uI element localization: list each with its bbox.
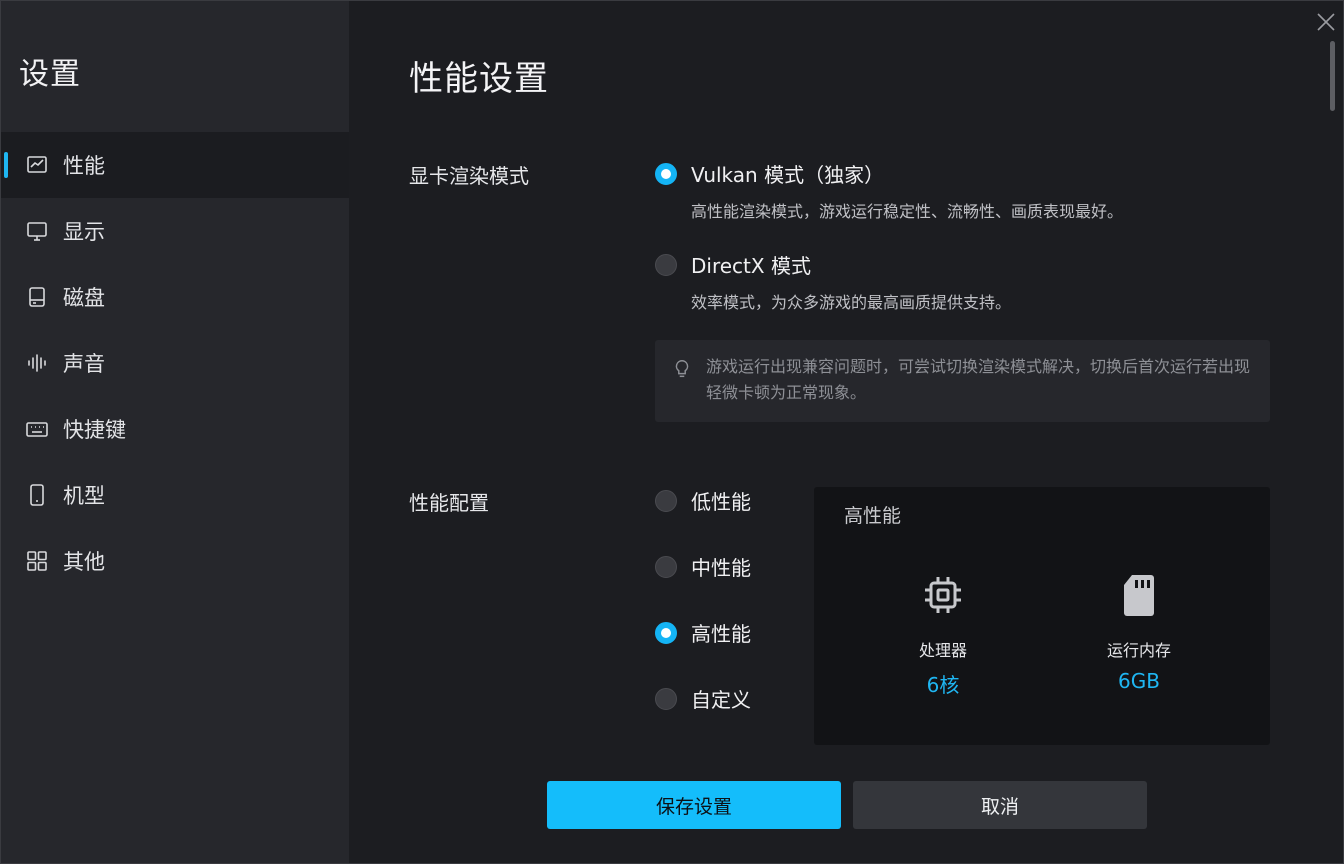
- sidebar-item-display[interactable]: 显示: [1, 198, 349, 264]
- radio-label: 高性能: [691, 622, 751, 646]
- sidebar-item-disk[interactable]: 磁盘: [1, 264, 349, 330]
- close-icon: [1316, 12, 1336, 36]
- sidebar-item-label: 快捷键: [63, 418, 126, 442]
- settings-window: 设置 性能 显示 磁盘 声音 快捷键 机型 其他 性能设置 显卡渲染模式 Vul…: [0, 0, 1344, 864]
- radio-label: Vulkan 模式（独家）: [691, 163, 885, 187]
- performance-panel-title: 高性能: [844, 505, 902, 527]
- monitor-icon: [25, 219, 49, 243]
- radio-high-performance[interactable]: 高性能: [655, 618, 751, 647]
- vulkan-description: 高性能渲染模式，游戏运行稳定性、流畅性、画质表现最好。: [691, 202, 1124, 221]
- cpu-value: 6核: [926, 673, 960, 697]
- performance-label: 性能配置: [409, 491, 489, 515]
- sidebar-item-label: 磁盘: [63, 286, 105, 310]
- tip-text: 游戏运行出现兼容问题时，可尝试切换渲染模式解决，切换后首次运行若出现轻微卡顿为正…: [706, 357, 1251, 402]
- sidebar-item-device-model[interactable]: 机型: [1, 462, 349, 528]
- radio-label: 自定义: [691, 688, 751, 712]
- sidebar-item-shortcuts[interactable]: 快捷键: [1, 396, 349, 462]
- sidebar-item-label: 机型: [63, 484, 105, 508]
- radio-button[interactable]: [655, 621, 677, 644]
- performance-detail-panel: 高性能 处理器 6核 运行内存 6GB: [814, 487, 1270, 745]
- radio-label: 低性能: [691, 490, 751, 514]
- ram-name: 运行内存: [1106, 641, 1171, 660]
- directx-description: 效率模式，为众多游戏的最高画质提供支持。: [691, 293, 1012, 312]
- phone-icon: [25, 483, 49, 507]
- sidebar-item-label: 声音: [63, 352, 105, 376]
- radio-low-performance[interactable]: 低性能: [655, 486, 751, 515]
- sidebar-item-label: 显示: [63, 220, 105, 244]
- memory-card-icon: [1115, 571, 1163, 619]
- radio-button[interactable]: [655, 687, 677, 710]
- main-panel: 性能设置 显卡渲染模式 Vulkan 模式（独家） 高性能渲染模式，游戏运行稳定…: [349, 1, 1343, 863]
- cancel-button[interactable]: 取消: [853, 781, 1147, 829]
- radio-label: DirectX 模式: [691, 254, 811, 278]
- render-mode-label: 显卡渲染模式: [409, 164, 529, 188]
- cpu-name: 处理器: [918, 641, 967, 660]
- radio-mid-performance[interactable]: 中性能: [655, 552, 751, 581]
- sidebar: 设置 性能 显示 磁盘 声音 快捷键 机型 其他: [1, 1, 349, 863]
- lightbulb-icon: [671, 358, 693, 380]
- sidebar-item-performance[interactable]: 性能: [1, 132, 349, 198]
- sidebar-item-label: 性能: [63, 154, 105, 178]
- ram-value: 6GB: [1118, 669, 1160, 693]
- sidebar-nav: 性能 显示 磁盘 声音 快捷键 机型 其他: [1, 132, 349, 594]
- radio-directx[interactable]: DirectX 模式: [655, 250, 811, 279]
- radio-button[interactable]: [655, 489, 677, 512]
- page-title: 性能设置: [409, 59, 549, 99]
- sound-wave-icon: [25, 351, 49, 375]
- ram-spec: 运行内存 6GB: [1069, 571, 1209, 693]
- keyboard-icon: [25, 417, 49, 441]
- sidebar-title: 设置: [19, 57, 81, 92]
- radio-custom-performance[interactable]: 自定义: [655, 684, 751, 713]
- close-button[interactable]: [1311, 9, 1341, 39]
- radio-button[interactable]: [655, 162, 677, 185]
- disk-icon: [25, 285, 49, 309]
- sidebar-item-label: 其他: [63, 550, 105, 574]
- chart-icon: [25, 153, 49, 177]
- radio-button[interactable]: [655, 253, 677, 276]
- grid-icon: [25, 549, 49, 573]
- radio-label: 中性能: [691, 556, 751, 580]
- cpu-spec: 处理器 6核: [873, 571, 1013, 698]
- cpu-icon: [919, 571, 967, 619]
- scrollbar-thumb[interactable]: [1330, 41, 1335, 111]
- tip-box: 游戏运行出现兼容问题时，可尝试切换渲染模式解决，切换后首次运行若出现轻微卡顿为正…: [655, 340, 1270, 422]
- sidebar-item-sound[interactable]: 声音: [1, 330, 349, 396]
- radio-vulkan[interactable]: Vulkan 模式（独家）: [655, 159, 884, 188]
- radio-button[interactable]: [655, 555, 677, 578]
- sidebar-item-other[interactable]: 其他: [1, 528, 349, 594]
- save-button[interactable]: 保存设置: [547, 781, 841, 829]
